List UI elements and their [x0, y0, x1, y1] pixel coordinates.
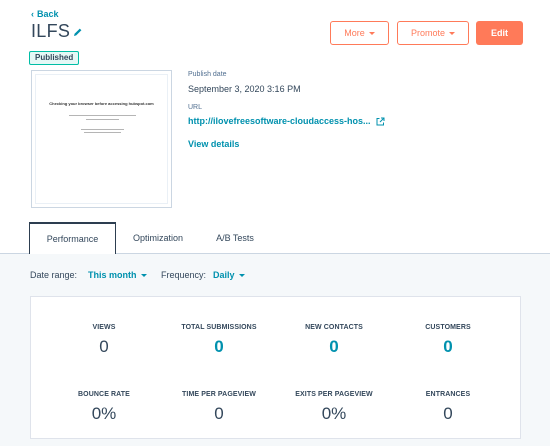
publish-date-value: September 3, 2020 3:16 PM: [188, 84, 301, 94]
more-button-label: More: [344, 28, 365, 38]
frequency-value: Daily: [213, 270, 235, 280]
chevron-left-icon: ‹: [31, 9, 34, 19]
stat-label: TOTAL SUBMISSIONS: [181, 324, 257, 331]
url-label: URL: [188, 104, 203, 111]
status-badge: Published: [29, 51, 80, 65]
stat-label: VIEWS: [92, 324, 116, 331]
stat-time-per-pageview: TIME PER PAGEVIEW 0: [158, 391, 280, 424]
stat-bounce-rate: BOUNCE RATE 0%: [43, 391, 165, 424]
stat-value: 0: [99, 337, 109, 356]
stat-entrances: ENTRANCES 0: [387, 391, 509, 424]
stat-value-link[interactable]: 0: [387, 337, 509, 357]
stat-views: VIEWS 0: [43, 324, 165, 357]
caret-down-icon: [368, 31, 375, 35]
back-label: Back: [37, 9, 59, 19]
url-link[interactable]: http://ilovefreesoftware-cloudaccess-hos…: [188, 116, 385, 126]
edit-button[interactable]: Edit: [476, 21, 523, 45]
stat-label: TIME PER PAGEVIEW: [182, 391, 256, 398]
caret-down-icon: [238, 273, 245, 277]
stat-new-contacts: NEW CONTACTS 0: [273, 324, 395, 357]
preview-text-line: [86, 119, 119, 120]
preview-text-line: [81, 129, 124, 130]
preview-frame: Checking your browser before accessing h…: [35, 74, 168, 204]
date-range-value: This month: [88, 270, 137, 280]
preview-heading: Checking your browser before accessing h…: [49, 101, 154, 106]
promote-button[interactable]: Promote: [397, 21, 469, 45]
stat-value: 0: [214, 404, 224, 423]
stat-value: 0: [443, 404, 453, 423]
tab-optimization[interactable]: Optimization: [116, 222, 200, 254]
stat-value-link[interactable]: 0: [273, 337, 395, 357]
preview-text-line: [84, 132, 121, 133]
caret-down-icon: [449, 31, 455, 35]
page-preview-thumbnail[interactable]: Checking your browser before accessing h…: [31, 70, 172, 208]
stat-value: 0%: [91, 404, 117, 423]
stat-value-link[interactable]: 0: [158, 337, 280, 357]
stat-label: BOUNCE RATE: [78, 391, 130, 398]
url-value: http://ilovefreesoftware-cloudaccess-hos…: [188, 116, 371, 126]
preview-text-line: [69, 115, 136, 116]
pencil-icon[interactable]: [73, 27, 83, 37]
more-button[interactable]: More: [330, 21, 389, 45]
view-details-link[interactable]: View details: [188, 139, 239, 149]
date-range-label: Date range:: [30, 270, 78, 280]
publish-date-label: Publish date: [188, 71, 227, 78]
tab-ab-tests[interactable]: A/B Tests: [200, 222, 270, 254]
date-range-dropdown[interactable]: This month: [88, 270, 147, 280]
stats-card: VIEWS 0 TOTAL SUBMISSIONS 0 NEW CONTACTS…: [30, 296, 521, 439]
stat-customers: CUSTOMERS 0: [387, 324, 509, 357]
promote-button-label: Promote: [410, 28, 445, 38]
page-title: ILFS: [31, 21, 71, 41]
frequency-dropdown[interactable]: Daily: [213, 270, 245, 280]
stat-label: CUSTOMERS: [425, 324, 471, 331]
frequency-label: Frequency:: [161, 270, 207, 280]
caret-down-icon: [140, 273, 147, 277]
stat-total-submissions: TOTAL SUBMISSIONS 0: [158, 324, 280, 357]
stat-exits-per-pageview: EXITS PER PAGEVIEW 0%: [273, 391, 395, 424]
stat-label: NEW CONTACTS: [305, 324, 363, 331]
back-link[interactable]: ‹ Back: [31, 9, 59, 19]
stat-value: 0%: [321, 404, 347, 423]
title-row: ILFS: [31, 21, 83, 42]
tab-performance[interactable]: Performance: [29, 222, 116, 254]
external-link-icon: [376, 117, 385, 125]
stat-label: EXITS PER PAGEVIEW: [295, 391, 373, 398]
stat-label: ENTRANCES: [425, 391, 471, 398]
